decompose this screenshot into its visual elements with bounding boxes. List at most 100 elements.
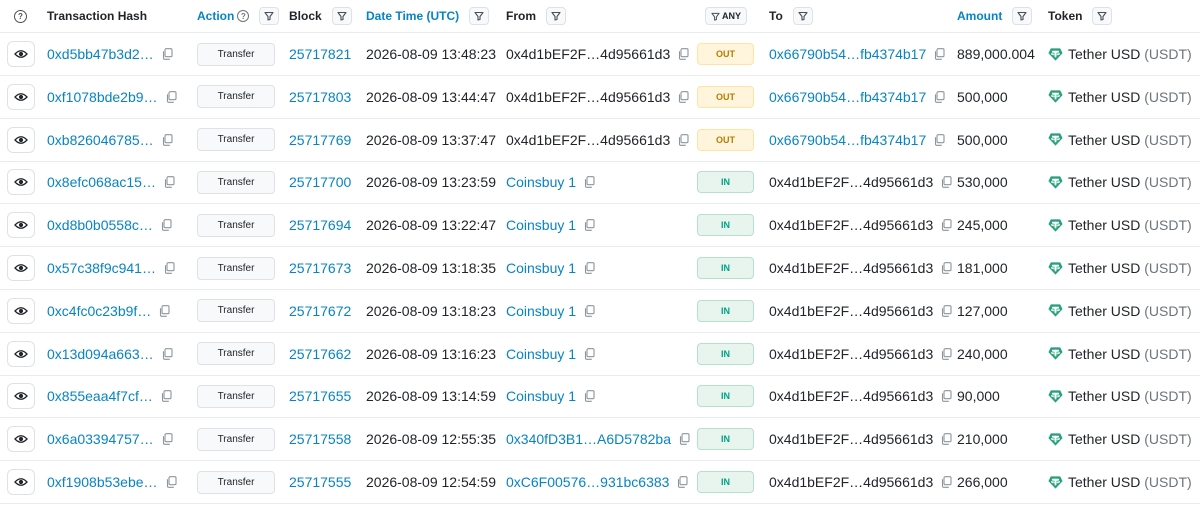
copy-to-button[interactable] xyxy=(941,347,952,360)
copy-to-button[interactable] xyxy=(941,390,952,403)
tx-hash-link[interactable]: 0x13d094a663… xyxy=(47,346,154,362)
view-details-button[interactable] xyxy=(7,426,35,453)
from-address[interactable]: 0xC6F00576…931bc6383 xyxy=(506,474,669,490)
view-details-button[interactable] xyxy=(7,255,35,281)
filter-amount-button[interactable] xyxy=(1012,7,1033,25)
to-address[interactable]: 0x66790b54…fb4374b17 xyxy=(769,89,926,105)
from-address[interactable]: 0x340fD3B1…A6D5782ba xyxy=(506,431,671,447)
filter-block-button[interactable] xyxy=(331,7,352,25)
view-details-button[interactable] xyxy=(7,383,35,410)
tx-hash-link[interactable]: 0xd8b0b0558c… xyxy=(47,217,153,233)
copy-hash-button[interactable] xyxy=(166,476,177,488)
tx-hash-link[interactable]: 0x57c38f9c941… xyxy=(47,260,156,276)
filter-action-button[interactable] xyxy=(259,7,280,25)
block-link[interactable]: 25717821 xyxy=(289,46,351,62)
from-address[interactable]: Coinsbuy 1 xyxy=(506,174,576,190)
tx-hash-link[interactable]: 0x8efc068ac15… xyxy=(47,174,156,190)
header-action-label[interactable]: Action xyxy=(197,9,234,23)
copy-from-button[interactable] xyxy=(584,304,595,317)
filter-token-button[interactable] xyxy=(1092,7,1113,25)
block-link[interactable]: 25717655 xyxy=(289,388,351,404)
copy-hash-button[interactable] xyxy=(162,347,173,360)
block-link[interactable]: 25717803 xyxy=(289,89,351,105)
copy-from-button[interactable] xyxy=(678,48,689,60)
from-address[interactable]: Coinsbuy 1 xyxy=(506,260,576,276)
copy-to-button[interactable] xyxy=(941,304,952,317)
token-name[interactable]: Tether USD xyxy=(1068,217,1140,233)
block-link[interactable]: 25717662 xyxy=(289,346,351,362)
filter-datetime-button[interactable] xyxy=(469,7,490,25)
copy-to-button[interactable] xyxy=(941,219,952,232)
copy-to-button[interactable] xyxy=(934,133,945,146)
tx-hash-link[interactable]: 0xb826046785… xyxy=(47,132,154,148)
copy-to-button[interactable] xyxy=(934,48,945,60)
copy-to-button[interactable] xyxy=(934,90,945,103)
block-link[interactable]: 25717672 xyxy=(289,303,351,319)
token-name[interactable]: Tether USD xyxy=(1068,474,1140,490)
copy-to-button[interactable] xyxy=(941,433,952,446)
question-circle-icon[interactable]: ? xyxy=(14,9,27,23)
question-circle-icon[interactable]: ? xyxy=(237,10,250,22)
block-link[interactable]: 25717694 xyxy=(289,217,351,233)
token-name[interactable]: Tether USD xyxy=(1068,89,1140,105)
view-details-button[interactable] xyxy=(7,126,35,153)
token-name[interactable]: Tether USD xyxy=(1068,132,1140,148)
block-link[interactable]: 25717700 xyxy=(289,174,351,190)
token-name[interactable]: Tether USD xyxy=(1068,346,1140,362)
view-details-button[interactable] xyxy=(7,297,35,324)
copy-from-button[interactable] xyxy=(584,347,595,360)
block-link[interactable]: 25717769 xyxy=(289,132,351,148)
header-amount-label[interactable]: Amount xyxy=(957,9,1002,23)
tx-hash-link[interactable]: 0xd5bb47b3d2… xyxy=(47,46,154,62)
token-name[interactable]: Tether USD xyxy=(1068,303,1140,319)
tx-hash-link[interactable]: 0x6a03394757… xyxy=(47,431,154,447)
copy-from-button[interactable] xyxy=(584,219,595,232)
token-name[interactable]: Tether USD xyxy=(1068,260,1140,276)
block-link[interactable]: 25717555 xyxy=(289,474,351,490)
view-details-button[interactable] xyxy=(7,83,35,110)
token-name[interactable]: Tether USD xyxy=(1068,431,1140,447)
copy-hash-button[interactable] xyxy=(159,304,170,317)
view-details-button[interactable] xyxy=(7,469,35,495)
view-details-button[interactable] xyxy=(7,212,35,239)
copy-to-button[interactable] xyxy=(941,476,952,488)
copy-to-button[interactable] xyxy=(941,262,952,274)
to-address[interactable]: 0x66790b54…fb4374b17 xyxy=(769,132,926,148)
copy-hash-button[interactable] xyxy=(164,176,175,189)
from-address[interactable]: Coinsbuy 1 xyxy=(506,217,576,233)
copy-from-button[interactable] xyxy=(679,433,690,446)
from-address[interactable]: Coinsbuy 1 xyxy=(506,346,576,362)
copy-hash-button[interactable] xyxy=(161,219,172,232)
copy-from-button[interactable] xyxy=(678,90,689,103)
copy-hash-button[interactable] xyxy=(162,433,173,446)
copy-from-button[interactable] xyxy=(677,476,689,488)
token-name[interactable]: Tether USD xyxy=(1068,174,1140,190)
copy-hash-button[interactable] xyxy=(162,48,173,60)
tx-hash-link[interactable]: 0xf1078bde2b9… xyxy=(47,89,158,105)
from-address[interactable]: Coinsbuy 1 xyxy=(506,388,576,404)
copy-from-button[interactable] xyxy=(584,262,595,274)
copy-to-button[interactable] xyxy=(941,176,952,189)
filter-to-button[interactable] xyxy=(792,7,813,25)
copy-hash-button[interactable] xyxy=(162,133,173,146)
filter-from-button[interactable] xyxy=(546,7,566,25)
view-details-button[interactable] xyxy=(7,41,35,67)
from-address[interactable]: Coinsbuy 1 xyxy=(506,303,576,319)
copy-from-button[interactable] xyxy=(678,133,689,146)
token-name[interactable]: Tether USD xyxy=(1068,388,1140,404)
copy-from-button[interactable] xyxy=(584,390,595,403)
token-name[interactable]: Tether USD xyxy=(1068,46,1140,62)
direction-filter-button[interactable]: ANY xyxy=(705,7,748,25)
block-link[interactable]: 25717558 xyxy=(289,431,351,447)
copy-hash-button[interactable] xyxy=(161,390,172,403)
to-address[interactable]: 0x66790b54…fb4374b17 xyxy=(769,46,926,62)
view-details-button[interactable] xyxy=(7,340,35,367)
tx-hash-link[interactable]: 0xc4fc0c23b9f… xyxy=(47,303,151,319)
header-datetime-label[interactable]: Date Time (UTC) xyxy=(366,9,459,23)
view-details-button[interactable] xyxy=(7,169,35,196)
copy-hash-button[interactable] xyxy=(166,90,177,103)
copy-hash-button[interactable] xyxy=(164,262,175,274)
block-link[interactable]: 25717673 xyxy=(289,260,351,276)
tx-hash-link[interactable]: 0x855eaa4f7cf… xyxy=(47,388,153,404)
tx-hash-link[interactable]: 0xf1908b53ebe… xyxy=(47,474,158,490)
